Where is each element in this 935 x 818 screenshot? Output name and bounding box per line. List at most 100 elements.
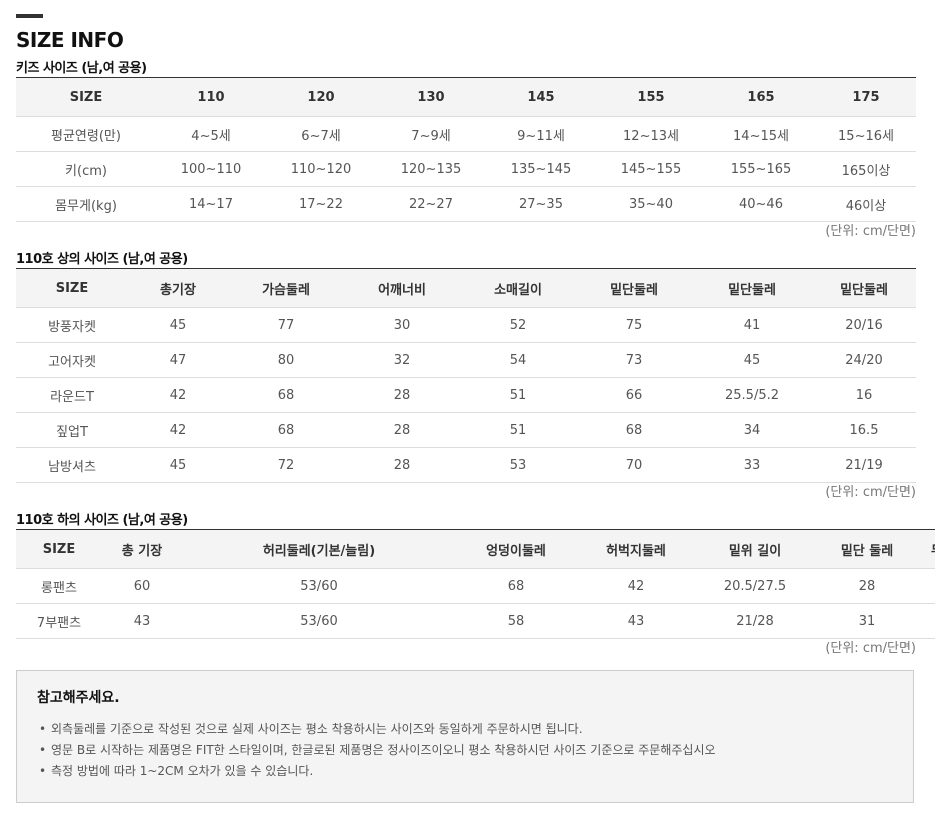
table-cell: 80 — [228, 342, 344, 378]
table-header-row: SIZE 110 120 130 145 155 165 175 — [16, 77, 916, 117]
table-cell: 165이상 — [816, 151, 916, 187]
table-row: 고어자켓 47 80 32 54 73 45 24/20 — [16, 342, 916, 378]
table-cell: 120~135 — [376, 151, 486, 187]
table-cell: 51 — [460, 377, 576, 413]
column-header: SIZE — [16, 268, 128, 308]
title-accent-bar — [16, 14, 43, 18]
row-label: 키(cm) — [16, 151, 156, 187]
kids-size-table: SIZE 110 120 130 145 155 165 175 평균연령(만)… — [16, 77, 916, 222]
column-header: 밑단둘레 — [576, 268, 692, 308]
table-cell: 22~27 — [376, 186, 486, 222]
bottom-size-title: 110호 하의 사이즈 (남,여 공용) — [16, 513, 188, 528]
notes-list: • 외측둘레를 기준으로 작성된 것으로 실제 사이즈는 평소 착용하시는 사이즈… — [37, 719, 893, 782]
table-cell: 68 — [576, 412, 692, 448]
column-header: 165 — [706, 77, 816, 117]
table-cell: 110~120 — [266, 151, 376, 187]
notes-title: 참고해주세요. — [37, 690, 120, 706]
table-row: 방풍자켓 45 77 30 52 75 41 20/16 — [16, 307, 916, 343]
table-header-row: SIZE 총기장 가슴둘레 어깨너비 소매길이 밑단둘레 밑단둘레 밑단둘레 — [16, 268, 916, 308]
table-cell: 17~22 — [266, 186, 376, 222]
unit-note: (단위: cm/단면) — [825, 485, 916, 500]
unit-note: (단위: cm/단면) — [825, 641, 916, 656]
row-label: 남방셔츠 — [16, 447, 128, 483]
list-item: • 영문 B로 시작하는 제품명은 FIT한 스타일이며, 한글로된 제품명은 정… — [37, 740, 893, 761]
table-cell: 42 — [576, 568, 696, 604]
table-row: 몸무게(kg) 14~17 17~22 22~27 27~35 35~40 40… — [16, 186, 916, 222]
table-cell: 25.5/5.2 — [692, 377, 812, 413]
table-cell: 47 — [128, 342, 228, 378]
column-header: 145 — [486, 77, 596, 117]
table-cell: 155~165 — [706, 151, 816, 187]
column-header: SIZE — [16, 77, 156, 117]
column-header: 총기장 — [128, 268, 228, 308]
table-cell: 21/28 — [696, 603, 814, 639]
table-cell: 28 — [344, 447, 460, 483]
column-header: 허벅지둘레 — [576, 529, 696, 569]
table-cell: 77 — [228, 307, 344, 343]
note-text: 영문 B로 시작하는 제품명은 FIT한 스타일이며, 한글로된 제품명은 정사… — [51, 743, 716, 757]
table-cell: 41 — [692, 307, 812, 343]
notes-box: 참고해주세요. • 외측둘레를 기준으로 작성된 것으로 실제 사이즈는 평소 착… — [16, 670, 914, 803]
table-cell: 46이상 — [816, 186, 916, 222]
page-title: SIZE INFO — [16, 28, 124, 52]
column-header: 130 — [376, 77, 486, 117]
table-cell: 32 — [344, 342, 460, 378]
table-cell: 54 — [460, 342, 576, 378]
table-cell: 52 — [460, 307, 576, 343]
table-cell: 53/60 — [182, 568, 456, 604]
size-info-page: SIZE INFO 키즈 사이즈 (남,여 공용) SIZE 110 120 1… — [16, 14, 935, 803]
table-cell: 28 — [814, 568, 920, 604]
column-header: 밑단 둘레 — [814, 529, 920, 569]
bullet-icon: • — [39, 743, 47, 757]
table-row: 라운드T 42 68 28 51 66 25.5/5.2 16 — [16, 377, 916, 413]
table-cell: 33 — [920, 568, 935, 604]
table-cell: 53/60 — [182, 603, 456, 639]
table-row: 롱팬츠 60 53/60 68 42 20.5/27.5 28 33 — [16, 568, 935, 604]
column-header: 무릎 — [920, 529, 935, 569]
column-header: 가슴둘레 — [228, 268, 344, 308]
table-cell: 68 — [228, 377, 344, 413]
table-cell: 9~11세 — [486, 116, 596, 152]
table-cell: 12~13세 — [596, 116, 706, 152]
list-item: • 측정 방법에 따라 1~2CM 오차가 있을 수 있습니다. — [37, 761, 893, 782]
column-header: 어깨너비 — [344, 268, 460, 308]
table-cell: 34 — [692, 412, 812, 448]
table-cell: 33 — [692, 447, 812, 483]
table-cell: 34 — [920, 603, 935, 639]
table-cell: 75 — [576, 307, 692, 343]
table-cell: 51 — [460, 412, 576, 448]
table-row: 7부팬츠 43 53/60 58 43 21/28 31 34 — [16, 603, 935, 639]
table-cell: 42 — [128, 377, 228, 413]
table-cell: 100~110 — [156, 151, 266, 187]
table-cell: 68 — [228, 412, 344, 448]
top-size-title: 110호 상의 사이즈 (남,여 공용) — [16, 252, 188, 267]
column-header: 총 기장 — [102, 529, 182, 569]
table-cell: 20/16 — [812, 307, 916, 343]
table-cell: 68 — [456, 568, 576, 604]
unit-note: (단위: cm/단면) — [825, 224, 916, 239]
table-cell: 60 — [102, 568, 182, 604]
table-cell: 73 — [576, 342, 692, 378]
table-cell: 4~5세 — [156, 116, 266, 152]
table-cell: 7~9세 — [376, 116, 486, 152]
note-text: 외측둘레를 기준으로 작성된 것으로 실제 사이즈는 평소 착용하시는 사이즈와… — [51, 722, 583, 736]
table-cell: 42 — [128, 412, 228, 448]
bullet-icon: • — [39, 764, 47, 778]
table-cell: 40~46 — [706, 186, 816, 222]
table-cell: 45 — [128, 447, 228, 483]
table-cell: 14~15세 — [706, 116, 816, 152]
table-row: 짚업T 42 68 28 51 68 34 16.5 — [16, 412, 916, 448]
column-header: 허리둘레(기본/늘림) — [182, 529, 456, 569]
table-cell: 43 — [102, 603, 182, 639]
column-header: 밑위 길이 — [696, 529, 814, 569]
table-cell: 70 — [576, 447, 692, 483]
table-cell: 28 — [344, 377, 460, 413]
row-label: 몸무게(kg) — [16, 186, 156, 222]
table-header-row: SIZE 총 기장 허리둘레(기본/늘림) 엉덩이둘레 허벅지둘레 밑위 길이 … — [16, 529, 935, 569]
table-cell: 6~7세 — [266, 116, 376, 152]
row-label: 롱팬츠 — [16, 568, 102, 604]
table-cell: 16 — [812, 377, 916, 413]
column-header: 175 — [816, 77, 916, 117]
column-header: 밑단둘레 — [692, 268, 812, 308]
table-row: 키(cm) 100~110 110~120 120~135 135~145 14… — [16, 151, 916, 187]
